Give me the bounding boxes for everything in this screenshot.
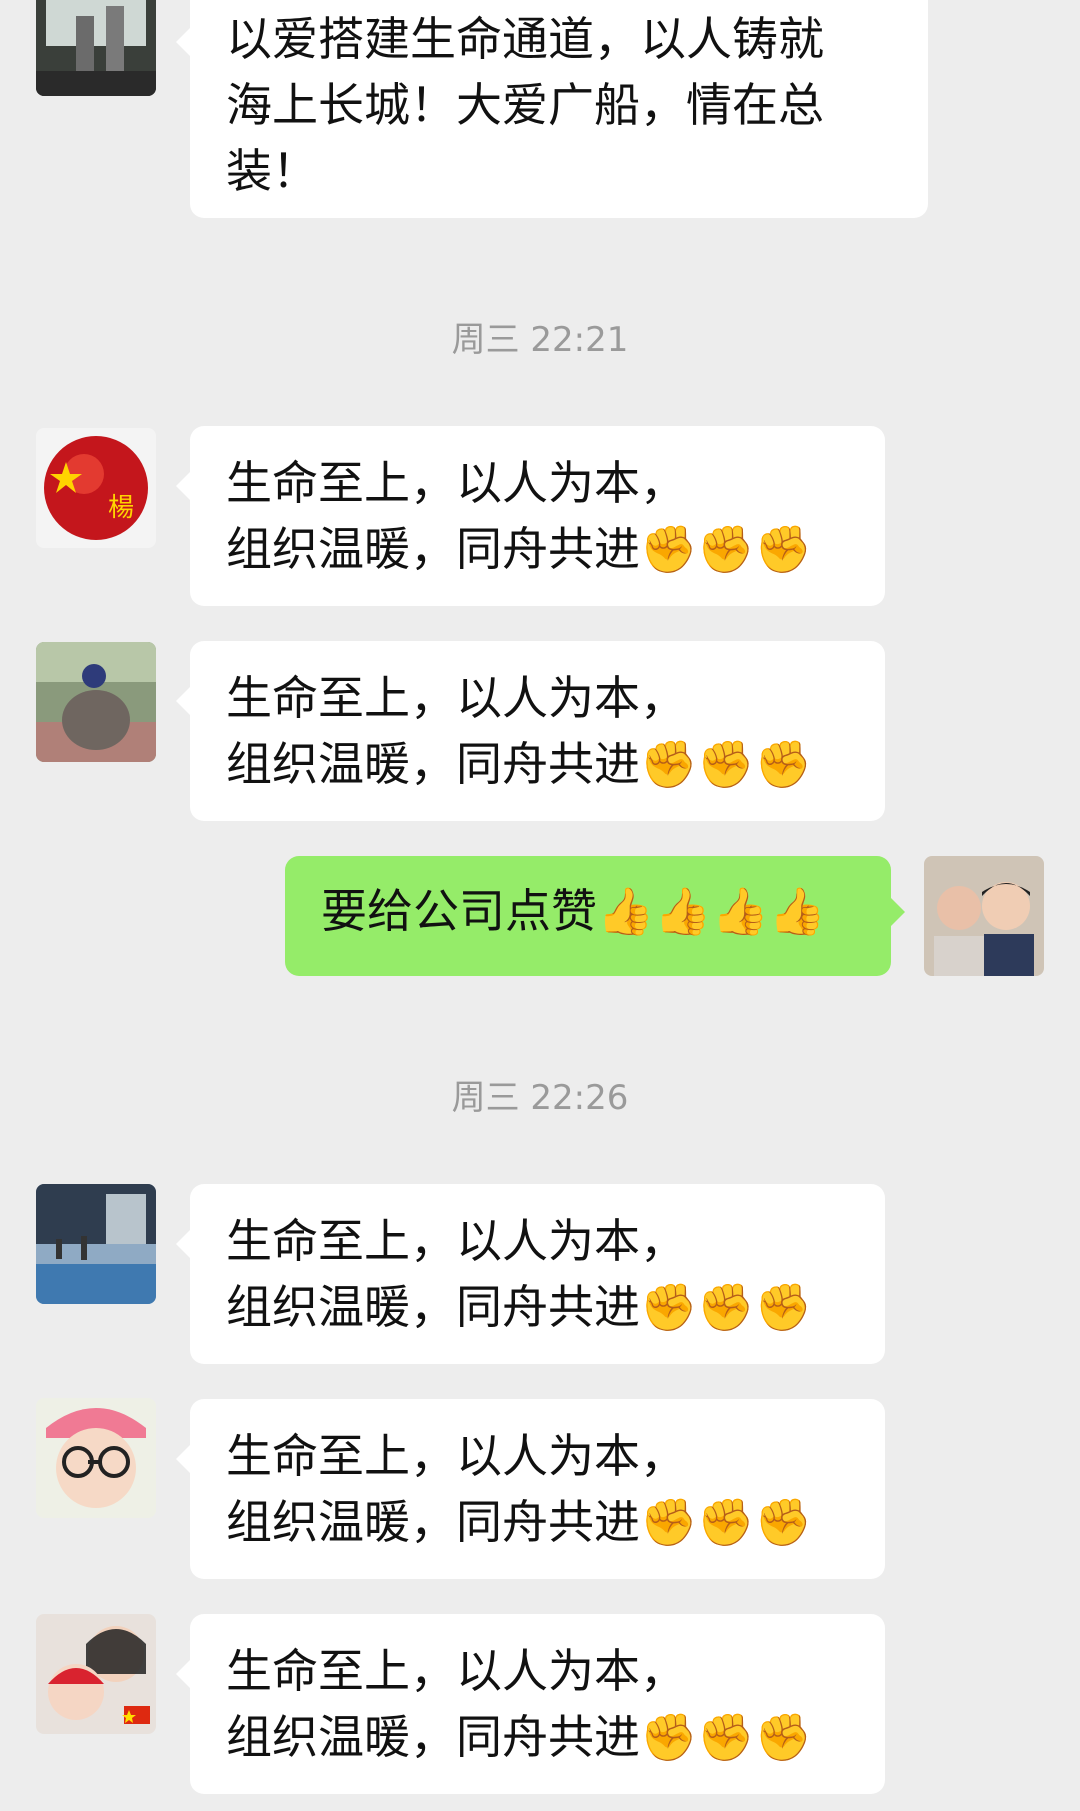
message-text: 组织温暖，同舟共进✊✊✊ [226, 1495, 812, 1549]
message-text: 组织温暖，同舟共进✊✊✊ [226, 522, 812, 576]
avatar[interactable] [36, 1184, 156, 1304]
message-text: 组织温暖，同舟共进✊✊✊ [226, 1280, 812, 1334]
avatar[interactable] [36, 1398, 156, 1518]
message-text: 生命至上，以人为本， [226, 1644, 686, 1698]
message-text: 生命至上，以人为本， [226, 1214, 686, 1268]
avatar[interactable] [924, 856, 1044, 976]
message-text: 海上长城！大爱广船，情在总 [226, 78, 824, 132]
message-text: 组织温暖，同舟共进✊✊✊ [226, 1710, 812, 1764]
message-text: 生命至上，以人为本， [226, 1429, 686, 1483]
message-bubble[interactable]: 生命至上，以人为本， 组织温暖，同舟共进✊✊✊ [176, 1399, 885, 1579]
avatar[interactable]: 楊 [36, 428, 156, 548]
message-text: 生命至上，以人为本， [226, 671, 686, 725]
message-text: 组织温暖，同舟共进✊✊✊ [226, 737, 812, 791]
message-bubble[interactable]: 以爱搭建生命通道，以人铸就 海上长城！大爱广船，情在总 装！ [176, 0, 928, 218]
message-bubble[interactable]: 生命至上，以人为本， 组织温暖，同舟共进✊✊✊ [176, 426, 885, 606]
avatar[interactable] [36, 642, 156, 762]
avatar[interactable] [36, 1614, 156, 1734]
message-bubble[interactable]: 生命至上，以人为本， 组织温暖，同舟共进✊✊✊ [176, 641, 885, 821]
message-bubble-outgoing[interactable]: 要给公司点赞👍👍👍👍 [285, 856, 905, 976]
message-bubble[interactable]: 生命至上，以人为本， 组织温暖，同舟共进✊✊✊ [176, 1184, 885, 1364]
message-text: 以爱搭建生命通道，以人铸就 [226, 12, 824, 66]
avatar[interactable] [36, 0, 156, 96]
timestamp: 周三 22:26 [451, 1078, 629, 1118]
message-text: 要给公司点赞👍👍👍👍 [321, 884, 827, 938]
message-text: 装！ [226, 144, 318, 198]
message-text: 生命至上，以人为本， [226, 456, 686, 510]
timestamp: 周三 22:21 [451, 320, 629, 360]
svg-text:楊: 楊 [108, 493, 134, 523]
message-bubble[interactable]: 生命至上，以人为本， 组织温暖，同舟共进✊✊✊ [176, 1614, 885, 1794]
